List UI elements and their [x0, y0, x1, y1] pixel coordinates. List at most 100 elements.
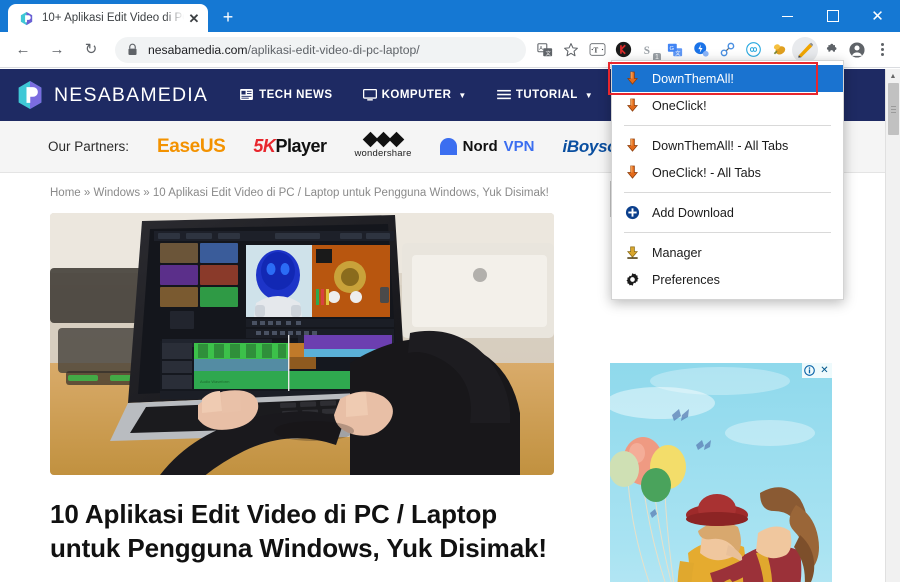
nav-item-tech-news[interactable]: TECH NEWS — [240, 89, 333, 101]
menu-item-oneclick-all-tabs[interactable]: OneClick! - All Tabs — [612, 159, 843, 186]
menu-item-downthemall-all-tabs[interactable]: DownThemAll! - All Tabs — [612, 132, 843, 159]
svg-text:文: 文 — [675, 49, 681, 57]
5kplayer-logo[interactable]: 5KPlayer — [253, 136, 327, 157]
menu-item-manager[interactable]: Manager — [612, 239, 843, 266]
ad-choices-controls: ✕ — [802, 363, 832, 378]
nav-item-tutorial[interactable]: TUTORIAL ▼ — [496, 89, 594, 101]
svg-text:G: G — [669, 46, 674, 52]
breadcrumb[interactable]: Home » Windows » 10 Aplikasi Edit Video … — [50, 187, 610, 199]
nordvpn-part2: VPN — [503, 138, 535, 155]
tab-close-icon[interactable]: ✕ — [186, 10, 202, 26]
browser-window: 10+ Aplikasi Edit Video di PC / La ✕ + ✕… — [0, 0, 900, 582]
browser-tab[interactable]: 10+ Aplikasi Edit Video di PC / La ✕ — [8, 4, 208, 32]
nav-label: KOMPUTER — [381, 89, 452, 101]
chevron-down-icon: ▼ — [584, 90, 594, 100]
browser-title-bar: 10+ Aplikasi Edit Video di PC / La ✕ + ✕ — [0, 0, 900, 32]
url-host: nesabamedia.com — [148, 42, 248, 57]
nav-label: TUTORIAL — [515, 89, 578, 101]
article-title: 10 Aplikasi Edit Video di PC / Laptop un… — [50, 499, 547, 564]
5kplayer-part2: Player — [275, 136, 327, 156]
site-logo[interactable]: NESABAMEDIA — [16, 80, 208, 110]
scroll-up-arrow-icon[interactable]: ▲ — [886, 69, 900, 83]
url-path: /aplikasi-edit-video-di-pc-laptop/ — [247, 42, 420, 57]
secure-lock-icon — [127, 43, 139, 56]
profile-avatar-icon[interactable] — [844, 37, 870, 63]
menu-item-oneclick[interactable]: OneClick! — [612, 92, 843, 119]
downthemall-extension-icon[interactable] — [792, 36, 818, 63]
scrollbar-thumb[interactable] — [888, 83, 899, 135]
tab-title: 10+ Aplikasi Edit Video di PC / La — [42, 12, 184, 24]
down-arrow-icon — [624, 71, 641, 86]
kaspersky-extension-icon[interactable] — [610, 37, 636, 63]
svg-text:A: A — [539, 46, 543, 52]
down-arrow-icon — [624, 138, 641, 153]
downthemall-extension-menu: DownThemAll! OneClick! DownThemAll! - Al… — [611, 60, 844, 300]
5kplayer-part1: 5K — [253, 136, 276, 156]
flash-extension-icon[interactable] — [688, 37, 714, 63]
menu-item-label: DownThemAll! - All Tabs — [652, 138, 789, 153]
wondershare-mark-icon — [362, 131, 404, 148]
address-bar[interactable]: nesabamedia.com/aplikasi-edit-video-di-p… — [115, 36, 526, 63]
svg-text:Audio Waveform: Audio Waveform — [200, 379, 230, 384]
grammar-extension-icon[interactable]: S 1 — [636, 37, 662, 63]
nesabamedia-favicon — [18, 10, 34, 26]
menu-item-downthemall[interactable]: DownThemAll! — [612, 65, 843, 92]
nav-label: TECH NEWS — [259, 89, 333, 101]
nordvpn-mark-icon — [439, 138, 457, 155]
sidebar-advertisement[interactable]: ✕ — [610, 363, 832, 582]
nav-item-komputer[interactable]: KOMPUTER ▼ — [362, 88, 467, 101]
chrome-menu-icon[interactable] — [870, 37, 894, 63]
toolbar-icon-group: A 文 T S 1 G 文 — [532, 36, 870, 63]
easeus-part1: Ease — [157, 135, 200, 157]
article-column: Home » Windows » 10 Aplikasi Edit Video … — [0, 187, 610, 566]
laptop-video-editing-photo: Audio Waveform — [50, 213, 554, 475]
nesabamedia-logo-icon — [16, 80, 44, 110]
menu-item-label: OneClick! — [652, 98, 707, 113]
menu-item-add-download[interactable]: Add Download — [612, 199, 843, 226]
reload-icon[interactable]: ↻ — [77, 36, 105, 64]
minimize-button[interactable] — [765, 0, 810, 32]
easeus-part2: US — [199, 135, 226, 157]
monitor-icon — [362, 88, 377, 101]
menu-item-label: DownThemAll! — [652, 71, 734, 86]
svg-text:S: S — [644, 45, 650, 57]
ad-close-icon[interactable]: ✕ — [817, 363, 832, 378]
maximize-button[interactable] — [810, 0, 855, 32]
menu-item-label: Preferences — [652, 272, 720, 287]
site-logo-text: NESABAMEDIA — [54, 83, 209, 106]
window-controls: ✕ — [765, 0, 900, 32]
chevron-down-icon: ▼ — [458, 90, 467, 100]
partners-label: Our Partners: — [48, 139, 130, 154]
text-tool-extension-icon[interactable]: T — [584, 37, 610, 63]
hamburger-icon — [496, 89, 511, 101]
url-text: nesabamedia.com/aplikasi-edit-video-di-p… — [148, 43, 420, 57]
page-scrollbar[interactable]: ▲ — [885, 69, 900, 582]
back-icon[interactable]: ← — [9, 36, 37, 64]
translate-icon[interactable]: A 文 — [532, 37, 558, 63]
bookmark-star-icon[interactable] — [558, 37, 584, 63]
wondershare-text: wondershare — [354, 148, 412, 159]
nordvpn-part1: Nord — [462, 138, 498, 155]
close-window-button[interactable]: ✕ — [855, 0, 900, 32]
new-tab-button[interactable]: + — [214, 3, 242, 31]
extensions-puzzle-icon[interactable] — [818, 37, 844, 63]
link-extension-icon[interactable] — [714, 37, 740, 63]
menu-item-label: Add Download — [652, 205, 734, 220]
forward-icon[interactable]: → — [43, 36, 71, 64]
menu-item-preferences[interactable]: Preferences — [612, 266, 843, 293]
menu-separator — [624, 192, 831, 193]
honey-extension-icon[interactable] — [766, 37, 792, 63]
menu-separator — [624, 232, 831, 233]
down-arrow-icon — [624, 165, 641, 180]
adchoices-info-icon[interactable] — [802, 363, 817, 378]
menu-item-label: Manager — [652, 245, 702, 260]
down-arrow-icon — [624, 98, 641, 113]
gear-icon — [624, 272, 641, 287]
google-translate-extension-icon[interactable]: G 文 — [662, 37, 688, 63]
wondershare-logo[interactable]: wondershare — [354, 131, 412, 159]
svg-text:文: 文 — [545, 48, 551, 56]
easeus-logo[interactable]: EaseUS — [157, 135, 226, 158]
infinity-extension-icon[interactable] — [740, 37, 766, 63]
plus-circle-icon — [624, 205, 641, 220]
nordvpn-logo[interactable]: Nord VPN — [439, 138, 535, 155]
